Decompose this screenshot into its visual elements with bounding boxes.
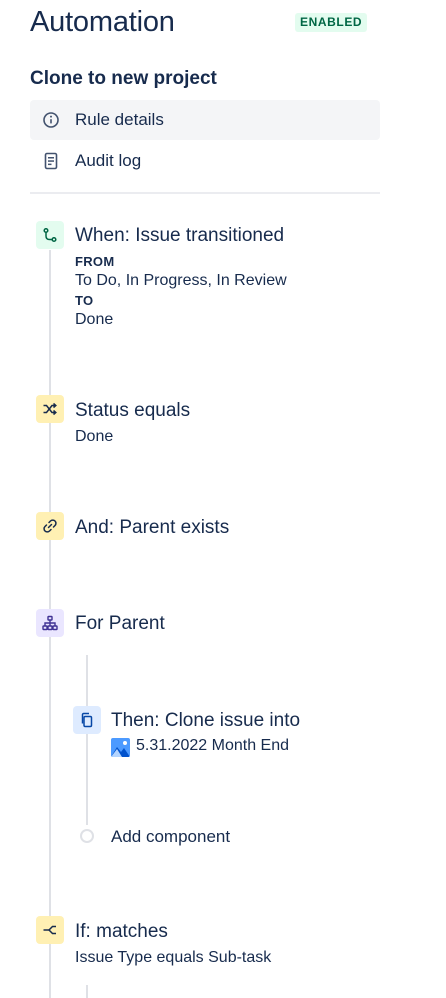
info-icon [42,111,60,129]
shuffle-icon [36,395,64,423]
add-dot-icon [80,829,94,843]
nav-item-label: Rule details [75,110,164,129]
copy-icon [73,706,101,734]
branch-timeline-line [86,655,88,825]
from-label: FROM [75,254,115,269]
link-icon [36,512,64,540]
condition-value: Issue Type equals Sub-task [75,949,272,966]
rule-name: Clone to new project [30,68,217,89]
project-name: 5.31.2022 Month End [136,737,290,754]
add-component-label: Add component [111,827,231,846]
branch-title: For Parent [75,613,165,634]
condition-value: Done [75,428,114,445]
condition-title: If: matches [75,921,168,942]
to-value: Done [75,311,114,328]
from-value: To Do, In Progress, In Review [75,272,287,289]
status-badge: ENABLED [295,13,368,32]
to-label: TO [75,293,94,308]
condition-title: And: Parent exists [75,517,230,538]
trigger-title: When: Issue transitioned [75,225,285,246]
condition-title: Status equals [75,400,191,421]
page-title: Automation [30,6,175,38]
project-avatar-icon [111,738,130,757]
nav-item-label: Audit log [75,151,142,170]
action-title: Then: Clone issue into [111,710,301,731]
nav-item-audit-log[interactable]: Audit log [30,141,380,181]
hierarchy-icon [36,609,64,637]
header: Automation ENABLED [30,6,380,42]
document-icon [42,152,60,170]
divider [30,192,380,194]
branch-timeline-line-lower [86,985,88,998]
branch-icon [36,221,64,249]
nav-item-rule-details[interactable]: Rule details [30,100,380,140]
fork-icon [36,916,64,944]
